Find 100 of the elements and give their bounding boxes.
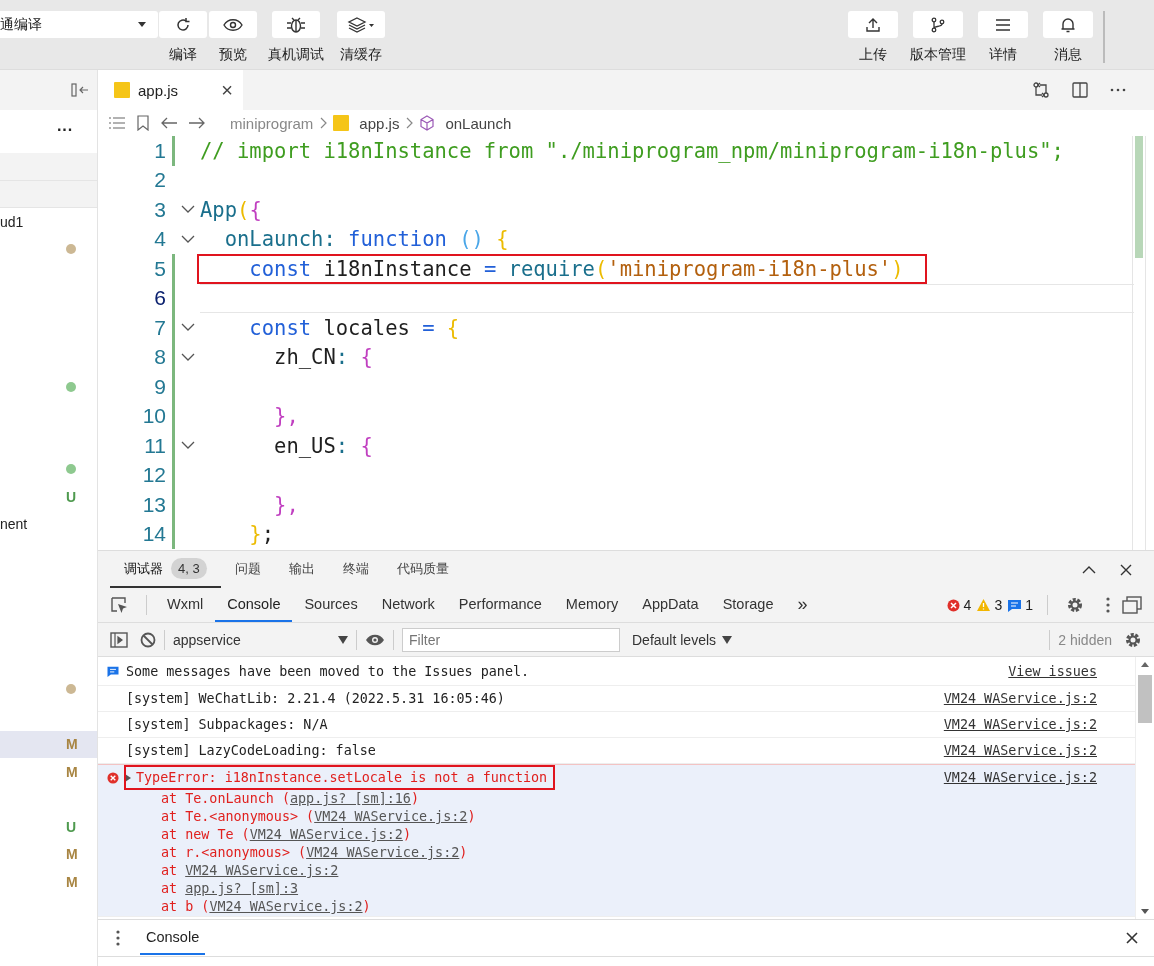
- context-dropdown[interactable]: appservice: [173, 631, 348, 648]
- git-status: M: [66, 763, 78, 780]
- scroll-up-icon[interactable]: [1141, 662, 1149, 667]
- code-line: },: [273, 492, 299, 517]
- source-link[interactable]: VM24 WAService.js:2: [943, 770, 1097, 785]
- compare-icon[interactable]: [1032, 81, 1050, 99]
- console-message: Some messages have been moved to the Issues panel.: [126, 663, 530, 679]
- settings-icon[interactable]: [1066, 596, 1084, 614]
- close-tab-button[interactable]: ×: [221, 78, 233, 102]
- stack-frame: at VM24 WAService.js:2: [98, 862, 1135, 880]
- stack-link[interactable]: VM24 WAService.js:2: [209, 899, 363, 914]
- panel-tab[interactable]: 代码质量: [382, 551, 463, 588]
- code-line: const i18nInstance = require('miniprogram-i18n-plus'): [200, 256, 924, 281]
- fold-chevron-icon[interactable]: [181, 323, 195, 333]
- refresh-icon: [174, 15, 192, 34]
- stack-link[interactable]: VM24 WAService.js:2: [314, 809, 468, 824]
- message-icon: [1008, 598, 1022, 612]
- settings-icon[interactable]: [1124, 630, 1142, 649]
- layers-button[interactable]: [337, 11, 385, 38]
- sidebar-toggle-icon[interactable]: [110, 631, 128, 648]
- panel-tab[interactable]: 输出: [274, 551, 329, 588]
- more-tabs-button[interactable]: »: [785, 588, 820, 622]
- editor-tab[interactable]: app.js ×: [98, 70, 243, 110]
- collapse-sidebar-icon[interactable]: [71, 83, 89, 97]
- drawer-tab[interactable]: Console: [140, 921, 206, 955]
- source-link[interactable]: VM24 WAService.js:2: [943, 717, 1097, 732]
- warning-icon: [977, 599, 991, 611]
- line-number: 9: [153, 374, 166, 399]
- fold-chevron-icon[interactable]: [181, 205, 195, 215]
- toolbar-label: 编译: [169, 46, 197, 64]
- inspect-icon[interactable]: [110, 596, 128, 614]
- expand-triangle-icon[interactable]: [124, 773, 132, 782]
- fold-chevron-icon[interactable]: [181, 234, 195, 244]
- devtools-tab[interactable]: Performance: [446, 588, 554, 622]
- kebab-menu-icon[interactable]: [116, 930, 120, 946]
- mode-dropdown[interactable]: 通编译: [0, 11, 158, 38]
- source-link[interactable]: VM24 WAService.js:2: [943, 691, 1097, 706]
- line-number: 7: [153, 315, 166, 340]
- refresh-button[interactable]: [159, 11, 207, 38]
- panel-tab[interactable]: 问题: [220, 551, 275, 588]
- stack-frame: at b (VM24 WAService.js:2): [98, 898, 1135, 916]
- scrollbar-thumb[interactable]: [1138, 675, 1152, 723]
- js-file-icon: [333, 115, 350, 131]
- devtools-tab[interactable]: Wxml: [155, 588, 216, 622]
- git-status: U: [66, 488, 77, 505]
- git-status: M: [66, 873, 78, 890]
- branch-icon: [930, 16, 946, 33]
- bookmark-icon[interactable]: [136, 115, 150, 131]
- close-icon[interactable]: [1120, 563, 1132, 576]
- back-arrow-icon[interactable]: [160, 116, 178, 130]
- kebab-menu-icon[interactable]: [1106, 597, 1110, 613]
- file-row[interactable]: nent: [0, 510, 97, 538]
- stack-link[interactable]: app.js? [sm]:16: [290, 791, 411, 806]
- more-icon[interactable]: [1110, 88, 1126, 92]
- stack-link[interactable]: app.js? [sm]:3: [185, 881, 299, 896]
- stack-link[interactable]: VM24 WAService.js:2: [185, 863, 339, 878]
- stack-link[interactable]: VM24 WAService.js:2: [306, 845, 460, 860]
- toolbar-label: 上传: [859, 46, 887, 64]
- filter-field[interactable]: Filter: [402, 627, 620, 652]
- bell-button[interactable]: [1043, 11, 1093, 38]
- eye-icon[interactable]: [365, 632, 385, 647]
- caret-icon: [338, 635, 348, 644]
- split-editor-icon[interactable]: [1072, 82, 1088, 98]
- clear-console-icon[interactable]: [140, 631, 156, 648]
- toolbar-label: 版本管理: [910, 46, 966, 64]
- undock-icon[interactable]: [1122, 596, 1142, 614]
- line-number: 2: [153, 168, 166, 193]
- devtools-tab[interactable]: Network: [369, 588, 447, 622]
- caret-icon: [722, 635, 733, 644]
- breadcrumb-item[interactable]: miniprogram: [230, 114, 314, 132]
- stack-link[interactable]: VM24 WAService.js:2: [249, 827, 403, 842]
- code-line: const locales = {: [248, 315, 460, 340]
- stack-frame: at Te.<anonymous> (VM24 WAService.js:2): [98, 808, 1135, 826]
- devtools-tab[interactable]: Sources: [292, 588, 370, 622]
- levels-dropdown[interactable]: Default levels: [632, 631, 733, 648]
- panel-tab[interactable]: 终端: [328, 551, 383, 588]
- view-issues-link[interactable]: View issues: [1008, 663, 1097, 679]
- stack-frame: at Te.onLaunch (app.js? [sm]:16): [98, 790, 1135, 808]
- menu-button[interactable]: [978, 11, 1028, 38]
- close-icon[interactable]: [1126, 932, 1138, 944]
- upload-button[interactable]: [848, 11, 898, 38]
- bug-button[interactable]: [272, 11, 320, 38]
- eye-button[interactable]: [209, 11, 257, 38]
- file-row[interactable]: ud1: [0, 208, 97, 236]
- fold-chevron-icon[interactable]: [181, 441, 195, 451]
- forward-arrow-icon[interactable]: [188, 116, 206, 130]
- collapse-panel-icon[interactable]: [1082, 565, 1096, 574]
- branch-button[interactable]: [913, 11, 963, 38]
- fold-chevron-icon[interactable]: [181, 352, 195, 362]
- code-line: },: [273, 404, 299, 429]
- devtools-tab[interactable]: Memory: [553, 588, 631, 622]
- devtools-tab[interactable]: AppData: [630, 588, 711, 622]
- breadcrumb-item[interactable]: onLaunch: [445, 114, 512, 132]
- devtools-tab[interactable]: Storage: [710, 588, 786, 622]
- more-button[interactable]: ···: [57, 121, 73, 139]
- breadcrumb-item[interactable]: app.js: [359, 114, 400, 132]
- source-link[interactable]: VM24 WAService.js:2: [943, 743, 1097, 758]
- line-number: 8: [153, 345, 166, 370]
- scroll-down-icon[interactable]: [1141, 909, 1149, 914]
- info-count: 1: [1025, 597, 1033, 613]
